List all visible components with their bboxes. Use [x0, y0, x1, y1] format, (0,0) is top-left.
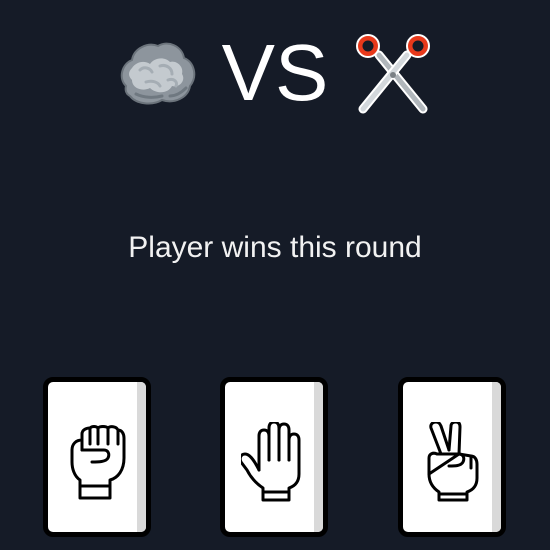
fist-icon: [70, 425, 126, 500]
round-result-text: Player wins this round: [128, 231, 422, 264]
matchup-header: VS: [0, 18, 550, 128]
choice-cards: [0, 377, 550, 537]
peace-hand-icon: [427, 422, 479, 502]
scissors-card-button[interactable]: [398, 377, 506, 537]
scissors-icon: [348, 28, 438, 118]
rock-card-button[interactable]: [43, 377, 151, 537]
vs-label: VS: [221, 28, 329, 117]
rock-icon: [112, 28, 202, 118]
paper-card-button[interactable]: [220, 377, 328, 537]
open-hand-icon: [241, 422, 301, 502]
